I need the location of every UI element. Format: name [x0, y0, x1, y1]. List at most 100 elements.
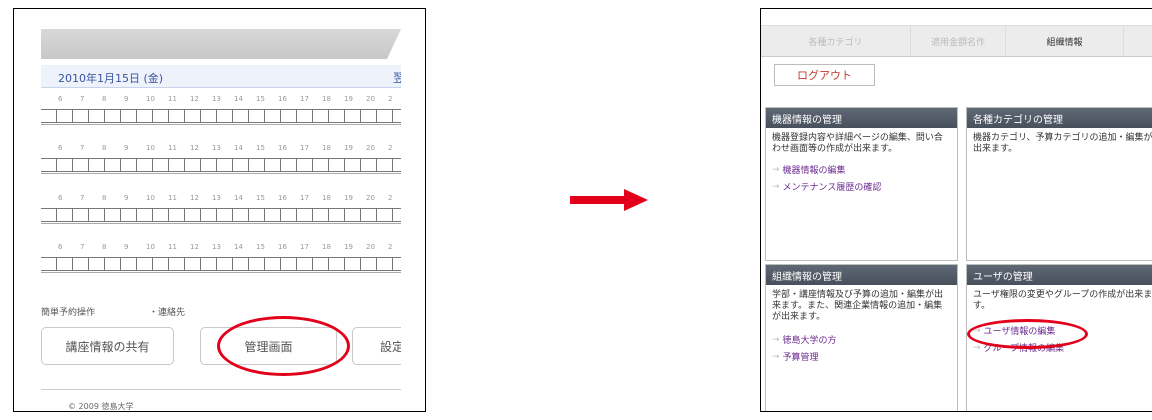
timeline-row: 6 7 8 9 10 11 12 13 14 15 16 17 18 19 20 2	[41, 243, 401, 288]
timeline-row: 6 7 8 9 10 11 12 13 14 15 16 17 18 19 20 2	[41, 95, 401, 140]
hour-label: 9	[124, 95, 129, 103]
timeline-row: 6 7 8 9 10 11 12 13 14 15 16 17 18 19 20 2	[41, 144, 401, 189]
link-tokushima-univ[interactable]: → 徳島大学の方	[766, 333, 957, 347]
hour-label: 12	[190, 95, 199, 103]
hour-label: 2	[388, 194, 393, 202]
card-description: ユーザ権限の変更やグループの作成が出来ます。	[973, 290, 1152, 311]
hour-label: 8	[102, 194, 107, 202]
hour-label: 16	[278, 194, 287, 202]
hour-label: 11	[168, 95, 177, 103]
card-description: 学部・講座情報及び予算の追加・編集が出来ます。また、関連企業情報の追加・編集が出…	[772, 290, 944, 322]
hour-label: 8	[102, 243, 107, 251]
hour-label: 8	[102, 95, 107, 103]
hour-label: 16	[278, 144, 287, 152]
arrow-icon: →	[772, 181, 780, 192]
logout-button[interactable]: ログアウト	[774, 64, 875, 86]
hour-labels: 6 7 8 9 10 11 12 13 14 15 16 17 18 19 20 2	[41, 95, 401, 107]
hour-label: 15	[256, 243, 265, 251]
hour-label: 18	[322, 144, 331, 152]
arrow-icon: →	[772, 334, 780, 345]
hour-label: 6	[58, 243, 63, 251]
hour-label: 6	[58, 95, 63, 103]
link-maintenance-history[interactable]: → メンテナンス履歴の確認	[766, 180, 957, 194]
hour-label: 10	[146, 144, 155, 152]
hour-label: 2	[388, 243, 393, 251]
arrow-head-icon	[624, 189, 648, 211]
hour-labels: 6 7 8 9 10 11 12 13 14 15 16 17 18 19 20 2	[41, 144, 401, 156]
time-slot-track[interactable]	[41, 257, 401, 271]
hour-label: 15	[256, 194, 265, 202]
hour-label: 20	[366, 95, 375, 103]
hour-label: 13	[212, 144, 221, 152]
time-slot-track[interactable]	[41, 109, 401, 123]
hour-label: 7	[80, 144, 85, 152]
arrow-icon: →	[973, 342, 981, 353]
hour-label: 6	[58, 144, 63, 152]
hour-label: 19	[344, 95, 353, 103]
hour-label: 13	[212, 243, 221, 251]
arrow-icon: →	[772, 351, 780, 362]
hour-label: 9	[124, 243, 129, 251]
hour-labels: 6 7 8 9 10 11 12 13 14 15 16 17 18 19 20 2	[41, 194, 401, 206]
settings-button[interactable]: 設定	[352, 327, 401, 365]
hour-label: 17	[300, 194, 309, 202]
hour-label: 19	[344, 144, 353, 152]
card-title: ユーザの管理	[967, 265, 1152, 285]
divider	[41, 389, 401, 390]
hour-label: 9	[124, 194, 129, 202]
hour-label: 2	[388, 144, 393, 152]
date-bar: 2010年1月15日 (金) 翌	[41, 65, 401, 88]
card-title: 組織情報の管理	[766, 265, 957, 285]
arrow-icon: →	[772, 164, 780, 175]
next-day-link[interactable]: 翌	[393, 69, 401, 86]
hour-label: 20	[366, 243, 375, 251]
hour-label: 11	[168, 144, 177, 152]
card-description: 機器カテゴリ、予算カテゴリの追加・編集が出来ます。	[973, 133, 1152, 154]
hour-label: 8	[102, 144, 107, 152]
tab-category[interactable]: 各種カテゴリ	[761, 26, 911, 56]
hour-label: 10	[146, 243, 155, 251]
card-device-management: 機器情報の管理 機器登録内容や詳細ページの編集、問い合わせ画面等の作成が出来ます…	[765, 107, 958, 261]
hour-label: 18	[322, 194, 331, 202]
copyright: © 2009 徳島大学	[68, 402, 134, 411]
hour-label: 7	[80, 95, 85, 103]
highlight-circle	[967, 319, 1088, 349]
hour-labels: 6 7 8 9 10 11 12 13 14 15 16 17 18 19 20 2	[41, 243, 401, 255]
hour-label: 19	[344, 194, 353, 202]
hour-label: 13	[212, 95, 221, 103]
tab-organization[interactable]: 組織情報	[1006, 26, 1124, 56]
tab-amount[interactable]: 適用金額名作	[911, 26, 1006, 56]
hour-label: 15	[256, 95, 265, 103]
hour-label: 12	[190, 194, 199, 202]
hour-label: 16	[278, 95, 287, 103]
hour-label: 6	[58, 194, 63, 202]
card-title: 各種カテゴリの管理	[967, 108, 1152, 128]
hour-label: 9	[124, 144, 129, 152]
hour-label: 14	[234, 144, 243, 152]
hour-label: 15	[256, 144, 265, 152]
card-title: 機器情報の管理	[766, 108, 957, 128]
card-organization-management: 組織情報の管理 学部・講座情報及び予算の追加・編集が出来ます。また、関連企業情報…	[765, 264, 958, 411]
hour-label: 17	[300, 144, 309, 152]
hour-label: 18	[322, 243, 331, 251]
hour-label: 13	[212, 194, 221, 202]
reservation-page: 2010年1月15日 (金) 翌 6 7 8 9 10 11 12 13 14 15 16 17 18 1…	[41, 9, 401, 411]
hour-label: 11	[168, 243, 177, 251]
hour-label: 7	[80, 243, 85, 251]
hour-label: 12	[190, 144, 199, 152]
link-budget-management[interactable]: → 予算管理	[766, 350, 957, 364]
hour-label: 14	[234, 95, 243, 103]
timeline-row: 6 7 8 9 10 11 12 13 14 15 16 17 18 19 20 2	[41, 194, 401, 239]
hour-label: 14	[234, 194, 243, 202]
time-slot-track[interactable]	[41, 208, 401, 222]
time-slot-track[interactable]	[41, 158, 401, 172]
right-screenshot-panel: 各種カテゴリ 適用金額名作 組織情報 ログアウト 機器情報の管理 機器登録内容や…	[760, 8, 1152, 412]
share-course-info-button[interactable]: 講座情報の共有	[41, 327, 174, 365]
card-category-management: 各種カテゴリの管理 機器カテゴリ、予算カテゴリの追加・編集が出来ます。	[966, 107, 1152, 261]
left-screenshot-panel: 2010年1月15日 (金) 翌 6 7 8 9 10 11 12 13 14 15 16 17 18 1…	[13, 8, 426, 412]
hour-label: 10	[146, 194, 155, 202]
admin-nav-bar: 各種カテゴリ 適用金額名作 組織情報	[761, 25, 1152, 57]
hour-label: 10	[146, 95, 155, 103]
link-device-edit[interactable]: → 機器情報の編集	[766, 163, 957, 177]
quick-reserve-label: 簡単予約操作	[41, 308, 96, 318]
